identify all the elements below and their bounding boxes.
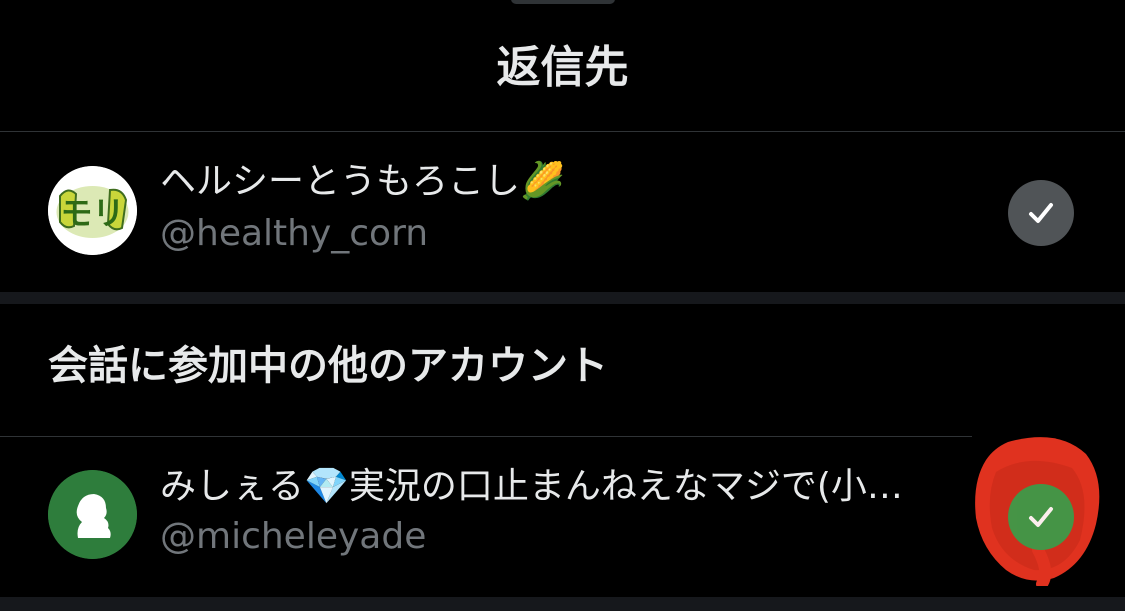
avatar xyxy=(48,470,137,559)
avatar: モリ xyxy=(48,166,137,255)
person-silhouette-icon xyxy=(48,470,137,559)
checkmark-icon xyxy=(1029,203,1053,223)
corn-emoji-icon: 🌽 xyxy=(520,161,565,202)
sheet-title: 返信先 xyxy=(496,42,629,93)
primary-account-row[interactable]: モリ ヘルシーとうもろこし🌽 @healthy_corn xyxy=(0,132,1125,292)
section-separator xyxy=(0,292,1125,304)
display-name: みしぇる💎実況の口止まんねえなマジで(小… xyxy=(160,466,903,507)
selected-check-button[interactable] xyxy=(1008,180,1074,246)
account-handle: @healthy_corn xyxy=(160,213,429,254)
sheet-grabber[interactable] xyxy=(511,0,615,4)
selected-check-button[interactable] xyxy=(1008,484,1074,550)
section-heading: 会話に参加中の他のアカウント xyxy=(48,343,608,389)
svg-text:モリ: モリ xyxy=(60,194,124,232)
participant-row[interactable]: みしぇる💎実況の口止まんねえなマジで(小… @micheleyade xyxy=(0,437,1125,597)
bottom-separator xyxy=(0,597,1125,611)
account-handle: @micheleyade xyxy=(160,516,427,557)
display-name: ヘルシーとうもろこし🌽 xyxy=(160,161,565,202)
corn-logo-icon: モリ xyxy=(48,166,137,255)
checkmark-icon xyxy=(1029,507,1053,527)
